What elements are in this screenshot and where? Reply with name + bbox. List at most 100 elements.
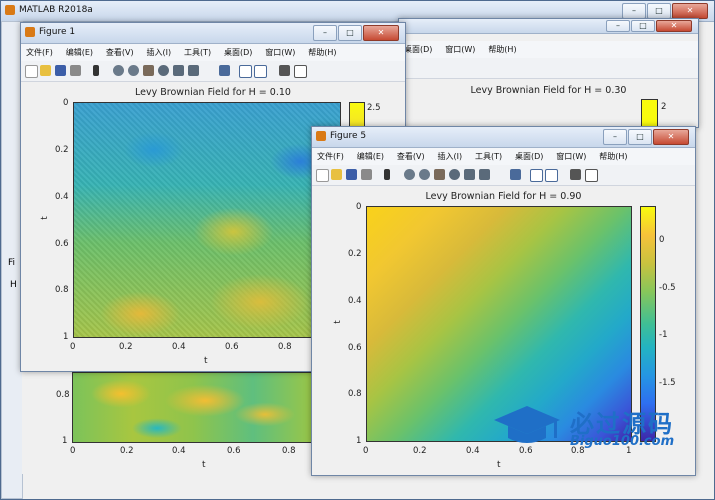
figure3-ytick: 1	[62, 436, 68, 446]
colorbar-toggle-icon[interactable]	[530, 169, 543, 182]
new-figure-icon[interactable]	[25, 65, 38, 78]
zoom-out-icon[interactable]	[419, 169, 430, 180]
figure5-ylabel: t	[332, 320, 343, 324]
legend-toggle-icon[interactable]	[254, 65, 267, 78]
legend-toggle-icon[interactable]	[545, 169, 558, 182]
figure5-xtick: 0	[363, 446, 369, 456]
figure5-cbar-tick: -1	[659, 330, 668, 340]
figure1-close-button[interactable]: ✕	[363, 25, 399, 41]
figure5-ytick: 0.6	[348, 343, 362, 353]
menu-help[interactable]: 帮助(H)	[594, 148, 632, 162]
menu-tools[interactable]: 工具(T)	[470, 148, 507, 162]
new-figure-icon[interactable]	[316, 169, 329, 182]
figure3-colorbar	[641, 99, 658, 127]
figure1-xtick: 0.2	[119, 342, 133, 352]
figure3-plot-title: Levy Brownian Field for H = 0.30	[470, 85, 627, 96]
figure5-close-button[interactable]: ✕	[653, 129, 689, 145]
figure1-image-plot	[73, 102, 341, 338]
menu-tools[interactable]: 工具(T)	[179, 44, 216, 58]
open-file-icon[interactable]	[40, 65, 51, 76]
watermark: 必过源码 Biguo100.com	[492, 402, 702, 458]
menu-help[interactable]: 帮助(H)	[303, 44, 341, 58]
figure5-xlabel: t	[497, 460, 501, 470]
menu-desktop[interactable]: 桌面(D)	[219, 44, 257, 58]
figure1-titlebar[interactable]: Figure 1 – □ ✕	[21, 23, 405, 44]
menu-file[interactable]: 文件(F)	[21, 44, 58, 58]
graduation-cap-icon	[494, 406, 560, 443]
menu-file[interactable]: 文件(F)	[312, 148, 349, 162]
figure5-minimize-button[interactable]: –	[603, 129, 627, 145]
matlab-title: MATLAB R2018a	[19, 5, 93, 15]
print-icon[interactable]	[70, 65, 81, 76]
menu-view[interactable]: 查看(V)	[392, 148, 430, 162]
figure5-xtick: 0.4	[466, 446, 480, 456]
save-icon[interactable]	[346, 169, 357, 180]
data-cursor-icon[interactable]	[464, 169, 475, 180]
menu-item[interactable]: 帮助(H)	[483, 41, 521, 55]
figure3-toolbar	[399, 58, 698, 79]
figure5-ytick: 0	[356, 202, 362, 212]
show-plot-tools-icon[interactable]	[585, 169, 598, 182]
menu-view[interactable]: 查看(V)	[101, 44, 139, 58]
figure1-ytick: 0	[63, 98, 69, 108]
select-arrow-icon[interactable]	[384, 169, 390, 180]
menu-window[interactable]: 窗口(W)	[260, 44, 300, 58]
figure1-maximize-button[interactable]: □	[338, 25, 362, 41]
figure3-minimize-button[interactable]: –	[606, 20, 630, 32]
colorbar-toggle-icon[interactable]	[239, 65, 252, 78]
matlab-logo-icon	[5, 5, 15, 15]
figure3-lower-region: 0.8 1 0 0.2 0.4 0.6 0.8 t	[22, 370, 312, 474]
rotate-icon[interactable]	[449, 169, 460, 180]
figure5-xtick: 0.2	[413, 446, 427, 456]
link-plot-icon[interactable]	[219, 65, 230, 76]
link-plot-icon[interactable]	[510, 169, 521, 180]
figure3-cbar-tick: 2	[661, 102, 667, 112]
watermark-url: Biguo100.com	[570, 434, 675, 449]
figure1-xtick: 0.6	[225, 342, 239, 352]
data-cursor-icon[interactable]	[173, 65, 184, 76]
maximize-button[interactable]: □	[647, 3, 671, 19]
figure1-xtick: 0	[70, 342, 76, 352]
figure1-ytick: 0.4	[55, 192, 69, 202]
hide-plot-tools-icon[interactable]	[570, 169, 581, 180]
figure3-close-button[interactable]: ✕	[656, 20, 692, 32]
figure3-maximize-button[interactable]: □	[631, 20, 655, 32]
figure1-title: Figure 1	[39, 27, 76, 37]
pan-hand-icon[interactable]	[434, 169, 445, 180]
show-plot-tools-icon[interactable]	[294, 65, 307, 78]
menu-desktop[interactable]: 桌面(D)	[510, 148, 548, 162]
zoom-out-icon[interactable]	[128, 65, 139, 76]
rotate-icon[interactable]	[158, 65, 169, 76]
zoom-in-icon[interactable]	[404, 169, 415, 180]
menu-item[interactable]: 窗口(W)	[440, 41, 480, 55]
menu-edit[interactable]: 编辑(E)	[61, 44, 98, 58]
figure5-plot-title: Levy Brownian Field for H = 0.90	[425, 191, 582, 202]
figure5-cbar-tick: -0.5	[659, 283, 676, 293]
menu-window[interactable]: 窗口(W)	[551, 148, 591, 162]
figure5-title: Figure 5	[330, 131, 367, 141]
brush-icon[interactable]	[479, 169, 490, 180]
close-button[interactable]: ✕	[672, 3, 708, 19]
figure1-xtick: 0.4	[172, 342, 186, 352]
select-arrow-icon[interactable]	[93, 65, 99, 76]
print-icon[interactable]	[361, 169, 372, 180]
figure1-minimize-button[interactable]: –	[313, 25, 337, 41]
figure1-plot-title: Levy Brownian Field for H = 0.10	[135, 87, 291, 98]
figure5-menubar: 文件(F) 编辑(E) 查看(V) 插入(I) 工具(T) 桌面(D) 窗口(W…	[312, 148, 695, 166]
menu-edit[interactable]: 编辑(E)	[352, 148, 389, 162]
menu-insert[interactable]: 插入(I)	[432, 148, 467, 162]
open-file-icon[interactable]	[331, 169, 342, 180]
figure5-titlebar[interactable]: Figure 5 – □ ✕	[312, 127, 695, 148]
minimize-button[interactable]: –	[622, 3, 646, 19]
figure1-ytick: 0.2	[55, 145, 69, 155]
menu-insert[interactable]: 插入(I)	[141, 44, 176, 58]
figure5-maximize-button[interactable]: □	[628, 129, 652, 145]
zoom-in-icon[interactable]	[113, 65, 124, 76]
figure3-window[interactable]: – □ ✕ 桌面(D) 窗口(W) 帮助(H) Levy Brownian Fi…	[398, 18, 699, 128]
save-icon[interactable]	[55, 65, 66, 76]
pan-hand-icon[interactable]	[143, 65, 154, 76]
brush-icon[interactable]	[188, 65, 199, 76]
hide-plot-tools-icon[interactable]	[279, 65, 290, 76]
figure-icon	[316, 131, 326, 141]
panel-label-h: H	[10, 280, 17, 290]
